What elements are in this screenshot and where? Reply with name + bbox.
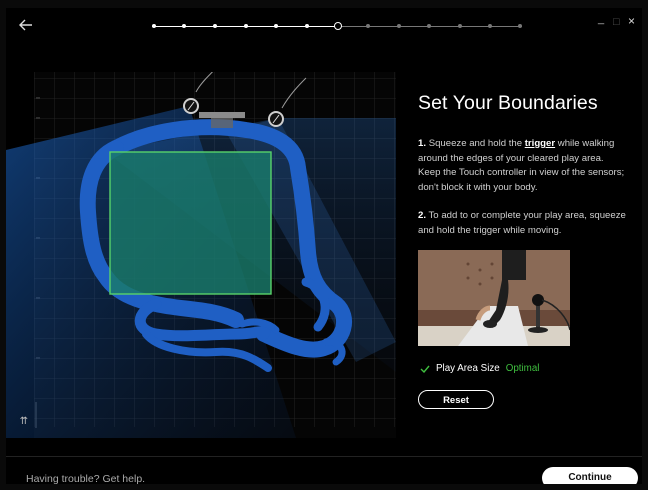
maximize-button[interactable]: □	[613, 16, 620, 28]
status-value: Optimal	[505, 363, 540, 374]
boundary-map[interactable]: ⇈	[6, 72, 396, 438]
continue-button[interactable]: Continue	[542, 467, 638, 484]
instruction-step-2: 2. To add to or complete your play area,…	[418, 210, 626, 236]
progress-step	[244, 24, 248, 28]
progress-step	[274, 24, 278, 28]
progress-step	[518, 24, 522, 28]
play-area-status: Play Area Size Optimal	[420, 363, 539, 374]
progress-step	[488, 24, 492, 28]
progress-step	[427, 24, 431, 28]
footer-divider	[6, 456, 642, 457]
back-arrow-icon[interactable]	[18, 17, 34, 33]
play-area-rectangle	[109, 151, 272, 295]
setup-window: _ □ × ⇈ Set Your Boundaries 1. Squeeze a…	[6, 8, 642, 484]
help-link[interactable]: Having trouble? Get help.	[26, 473, 145, 484]
trigger-link[interactable]: trigger	[525, 138, 555, 149]
progress-step	[182, 24, 186, 28]
progress-step	[366, 24, 370, 28]
monitor-icon	[199, 112, 245, 118]
instruction-photo	[418, 250, 570, 346]
progress-step-current	[334, 22, 342, 30]
status-label: Play Area Size	[436, 363, 500, 374]
progress-step	[458, 24, 462, 28]
progress-step	[213, 24, 217, 28]
page-title: Set Your Boundaries	[418, 92, 598, 114]
instructions-panel: Set Your Boundaries 1. Squeeze and hold …	[418, 92, 628, 238]
reset-button[interactable]: Reset	[418, 390, 494, 409]
check-icon	[420, 365, 430, 373]
progress-step	[305, 24, 309, 28]
setup-progress	[152, 22, 522, 30]
progress-step	[397, 24, 401, 28]
instruction-step-1: 1. Squeeze and hold the trigger while wa…	[418, 138, 625, 193]
progress-step	[152, 24, 156, 28]
height-toggle-icon[interactable]: ⇈	[20, 416, 28, 427]
minimize-button[interactable]: _	[598, 13, 604, 25]
close-button[interactable]: ×	[628, 14, 635, 28]
